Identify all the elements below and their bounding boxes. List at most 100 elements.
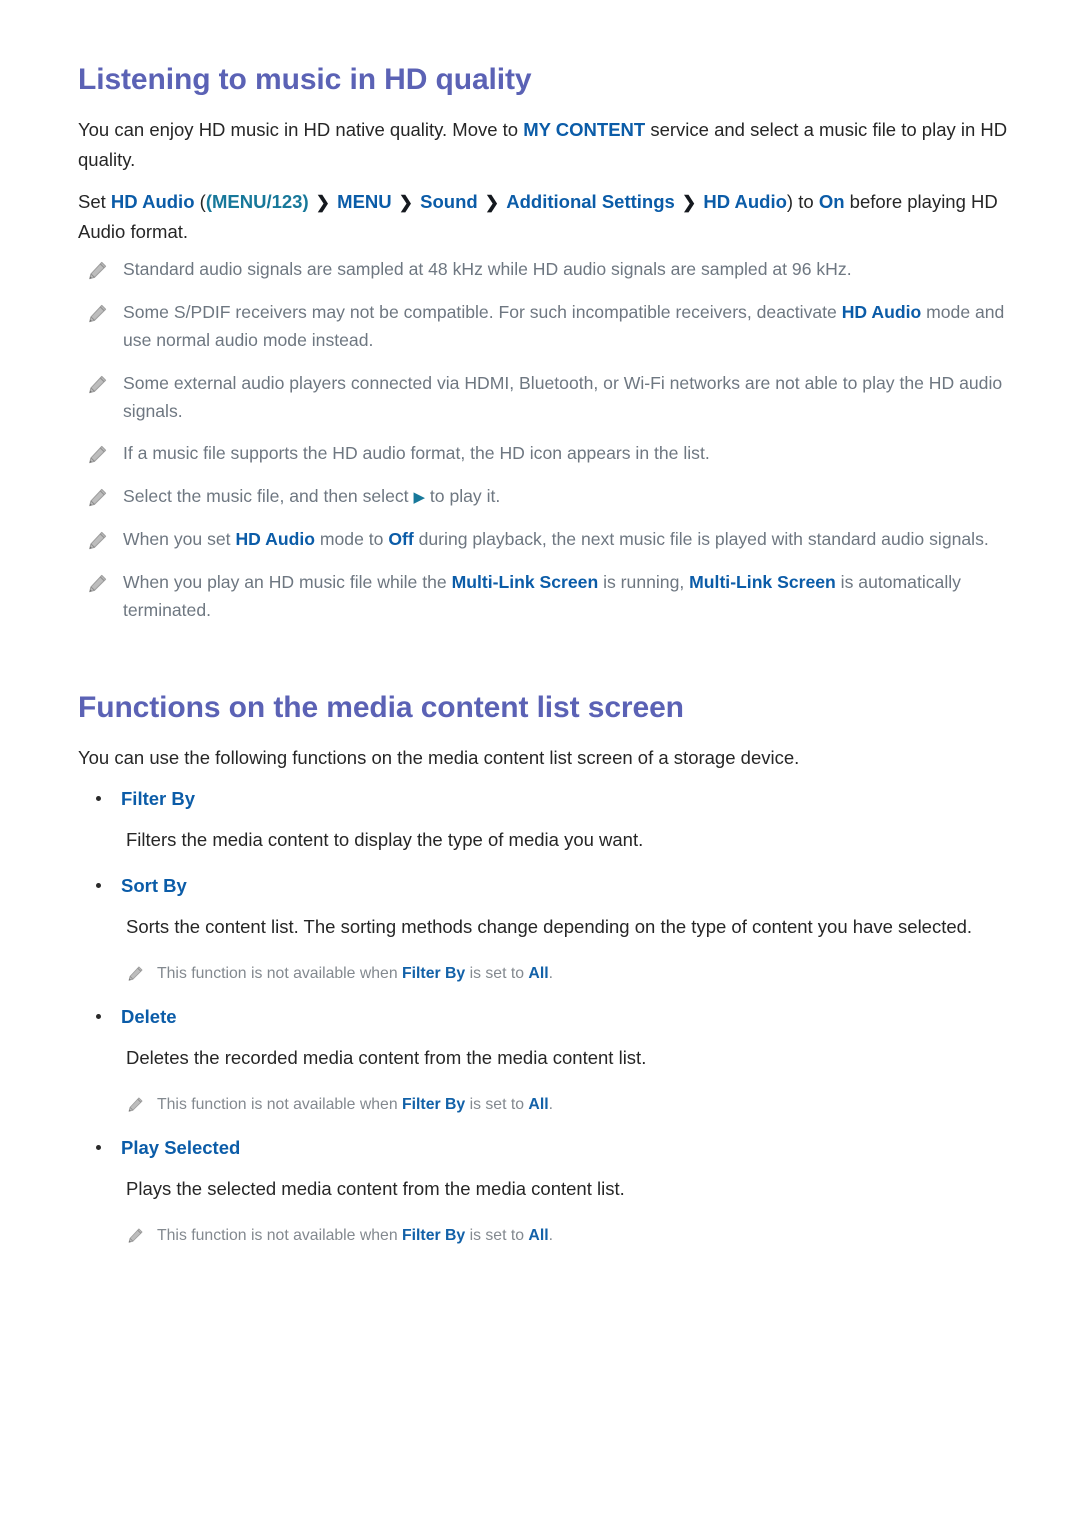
subnote-3-text-4: . [548,1226,553,1244]
path-prefix: Set [78,190,111,212]
function-item-label: Filter By [121,788,196,809]
path-middle: to [793,190,819,212]
note-text: When you play an HD music file while the… [123,569,1030,625]
note-5-text-4: during playback, the next music file is … [413,529,989,550]
pencil-icon [86,487,108,509]
note-6-text-0: When you play an HD music file while the [123,571,452,592]
note-2-text-0: Some external audio players connected vi… [123,372,1003,421]
note-item: Select the music file, and then select ▶… [78,483,1030,511]
note-text: This function is not available when Filt… [157,962,553,986]
note-item: Standard audio signals are sampled at 48… [78,256,1030,284]
subnote-3-highlight-1: Filter By [402,1226,466,1244]
note-item: When you set HD Audio mode to Off during… [78,526,1030,554]
note-3-text-0: If a music file supports the HD audio fo… [123,443,710,464]
subnote-1-text-4: . [548,964,553,982]
pencil-icon [86,303,108,325]
subnote-1-text-2: is set to [465,964,529,982]
note-item: Some S/PDIF receivers may not be compati… [78,299,1030,355]
intro-text-0: You can enjoy HD music in HD native qual… [78,118,524,140]
section1-path-paragraph: Set HD Audio ((MENU/123) ❯ MENU ❯ Sound … [78,187,1030,247]
subnote-2-text-2: is set to [465,1095,529,1113]
note-5-highlight-1: HD Audio [235,529,315,550]
section1-note-list: Standard audio signals are sampled at 48… [78,256,1030,624]
pencil-icon [126,1227,144,1245]
subnote-1-highlight-3: All [528,964,549,982]
pencil-icon [86,573,108,595]
pencil-icon [126,1096,144,1114]
function-item-description: Filters the media content to display the… [126,828,644,850]
note-text: This function is not available when Filt… [157,1224,553,1248]
pencil-icon [86,530,108,552]
note-item: Some external audio players connected vi… [78,370,1030,426]
section2-intro-paragraph: You can use the following functions on t… [78,747,800,769]
bullet-dot-icon [96,1014,101,1020]
note-5-text-2: mode to [314,529,389,550]
bullet-dot-icon [96,796,101,801]
subnote-1-text-0: This function is not available when [157,964,402,982]
note-0-text-0: Standard audio signals are sampled at 48… [123,259,852,280]
note-4-highlight-1: ▶ [413,489,425,507]
bullet-dot-icon [96,883,101,889]
path-crumb-2: Additional Settings [506,190,675,212]
function-item-play-selected[interactable]: Play Selected [78,1134,1030,1162]
note-4-text-0: Select the music file, and then select [123,486,414,507]
path-crumb-1: Sound [420,190,478,212]
chevron-right-icon-3: ❯ [681,192,697,212]
function-item-sort-by[interactable]: Sort By [78,872,1030,900]
note-1-text-0: Some S/PDIF receivers may not be compati… [123,302,842,323]
note-5-highlight-3: Off [388,529,414,550]
note-6-highlight-3: Multi-Link Screen [689,571,836,592]
path-space-0 [309,191,314,212]
pencil-icon [126,965,144,983]
intro-highlight-1: MY CONTENT [523,118,646,140]
function-item-label: Sort By [121,875,187,897]
note-text: Some S/PDIF receivers may not be compati… [123,299,1030,355]
note-1-highlight-1: HD Audio [841,302,922,323]
note-6-highlight-1: Multi-Link Screen [451,571,599,592]
function-item-label: Play Selected [121,1137,241,1159]
function-item-note: This function is not available when Filt… [78,1093,1030,1117]
function-item-note: This function is not available when Filt… [78,1224,1030,1248]
chevron-right-icon-2: ❯ [484,192,500,212]
intro-rich-text: You can enjoy HD music in HD native qual… [78,119,1007,170]
note-item: When you play an HD music file while the… [78,569,1030,625]
section1-intro-paragraph: You can enjoy HD music in HD native qual… [78,115,1030,175]
pencil-icon [86,260,108,282]
chevron-right-icon-1: ❯ [398,192,414,212]
subnote-3-text-0: This function is not available when [157,1226,402,1244]
section2-title: Functions on the media content list scre… [78,691,684,725]
document-page: Listening to music in HD quality You can… [0,0,1080,1527]
subnote-2-text-4: . [548,1095,553,1113]
subnote-2-text-0: This function is not available when [157,1095,402,1113]
note-text: Some external audio players connected vi… [123,370,1030,426]
path-crumb-0: MENU [337,190,392,212]
note-item: If a music file supports the HD audio fo… [78,440,1030,468]
path-rich-text: Set HD Audio ((MENU/123) ❯ MENU ❯ Sound … [78,191,998,242]
function-item-description: Sorts the content list. The sorting meth… [126,916,973,938]
note-6-text-2: is running, [598,571,690,592]
function-item-description: Deletes the recorded media content from … [126,1047,647,1069]
function-item-filter-by[interactable]: Filter By [78,785,1030,813]
note-text: When you set HD Audio mode to Off during… [123,526,989,554]
subnote-2-highlight-1: Filter By [402,1095,466,1113]
path-menu-key: (MENU/123) [205,190,309,212]
subnote-1-highlight-1: Filter By [402,964,466,982]
pencil-icon [86,374,108,396]
function-item-list: Filter By Filters the media content to di… [78,785,1030,1247]
path-setting-name: HD Audio [110,190,195,212]
subnote-3-text-2: is set to [465,1226,529,1244]
note-text: If a music file supports the HD audio fo… [123,440,710,468]
pencil-icon [86,444,108,466]
page-title: Listening to music in HD quality [78,63,532,96]
function-item-description: Plays the selected media content from th… [126,1178,625,1200]
note-5-text-0: When you set [123,529,236,550]
path-space-1 [392,191,397,212]
note-text: Standard audio signals are sampled at 48… [123,256,852,284]
path-open-paren: ( [194,190,206,212]
note-text: Select the music file, and then select ▶… [123,483,500,511]
path-value: On [818,190,845,212]
note-4-text-2: to play it. [425,486,501,507]
function-item-note: This function is not available when Filt… [78,962,1030,986]
note-text: This function is not available when Filt… [157,1093,553,1117]
function-item-delete[interactable]: Delete [78,1003,1030,1031]
